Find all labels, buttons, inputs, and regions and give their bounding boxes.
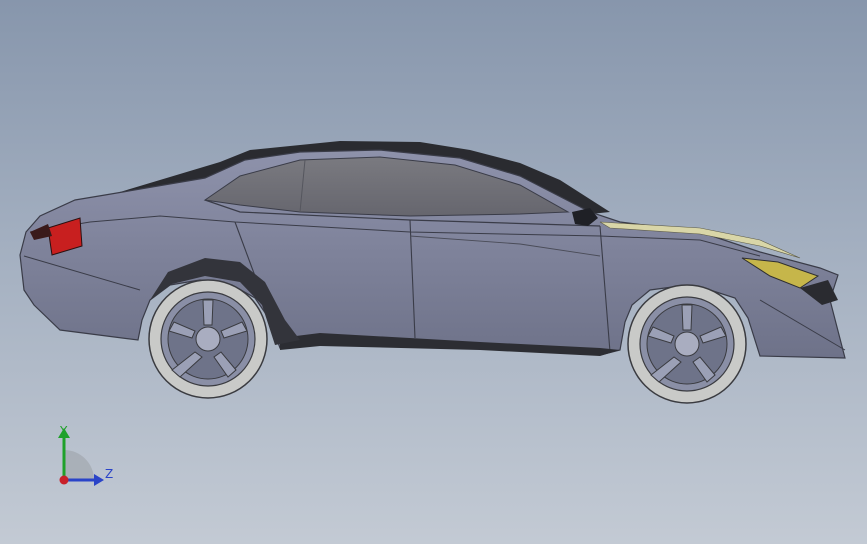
z-axis-arrow-icon <box>94 474 104 486</box>
front-wheel <box>627 284 747 404</box>
graphics-viewport[interactable]: Y Z <box>0 0 867 544</box>
rear-wheel <box>148 279 268 399</box>
y-axis-label: Y <box>59 424 68 438</box>
triad-plane-icon <box>64 450 94 480</box>
origin-icon <box>59 475 69 485</box>
z-axis-label: Z <box>105 467 113 481</box>
orientation-triad: Y Z <box>58 424 113 486</box>
car-model[interactable] <box>0 0 867 544</box>
